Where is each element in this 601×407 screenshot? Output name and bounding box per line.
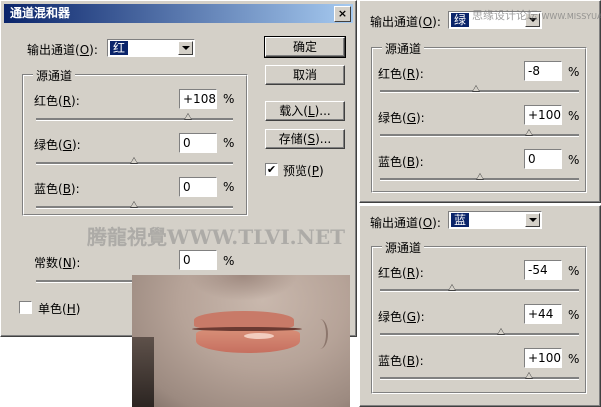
nose-shadow bbox=[188, 275, 298, 301]
output-channel-value: 蓝 bbox=[451, 213, 470, 227]
green-slider-thumb[interactable] bbox=[525, 129, 533, 136]
blue-value-field[interactable]: 0 bbox=[179, 177, 217, 197]
cancel-button[interactable]: 取消 bbox=[265, 65, 345, 85]
red-percent-label: % bbox=[223, 92, 235, 106]
blue-percent-label: % bbox=[568, 153, 580, 167]
preview-label: 预览(P) bbox=[283, 164, 324, 178]
output-channel-select[interactable]: 红 bbox=[107, 39, 195, 57]
green-percent-label: % bbox=[568, 109, 580, 123]
source-channels-title: 源通道 bbox=[382, 239, 425, 256]
output-channel-label: 输出通道(O): bbox=[370, 15, 441, 29]
blue-slider-thumb[interactable] bbox=[476, 173, 484, 180]
constant-label: 常数(N): bbox=[34, 256, 81, 270]
red-label: 红色(R): bbox=[378, 266, 424, 280]
blue-slider-thumb[interactable] bbox=[525, 372, 533, 379]
shadow-corner bbox=[132, 337, 154, 407]
lip-line bbox=[192, 327, 302, 331]
constant-percent-label: % bbox=[223, 254, 235, 268]
load-button[interactable]: 载入(L)... bbox=[265, 101, 345, 121]
red-percent-label: % bbox=[568, 65, 580, 79]
red-value-field[interactable]: -54 bbox=[524, 260, 562, 280]
source-channels-title: 源通道 bbox=[33, 67, 76, 84]
green-slider-thumb[interactable] bbox=[497, 328, 505, 335]
red-slider-thumb[interactable] bbox=[472, 85, 480, 92]
cheek-dimple bbox=[312, 319, 328, 349]
chevron-down-icon[interactable] bbox=[525, 213, 540, 227]
green-slider-track[interactable] bbox=[380, 333, 579, 336]
blue-slider-track[interactable] bbox=[380, 377, 579, 380]
output-channel-label: 输出通道(O): bbox=[370, 216, 441, 230]
green-value-field[interactable]: 0 bbox=[179, 133, 217, 153]
blue-value-field[interactable]: 0 bbox=[524, 149, 562, 169]
dialog-titlebar: 通道混和器 × bbox=[4, 4, 353, 23]
constant-value-field[interactable]: 0 bbox=[179, 250, 217, 270]
red-slider-track[interactable] bbox=[36, 118, 233, 121]
watermark-text: 腾龍視覺WWW.TLVI.NET bbox=[87, 225, 346, 249]
save-button[interactable]: 存储(S)... bbox=[265, 129, 345, 149]
green-label: 绿色(G): bbox=[378, 111, 425, 125]
green-slider-thumb[interactable] bbox=[130, 157, 138, 164]
red-slider-track[interactable] bbox=[380, 289, 579, 292]
red-value-field[interactable]: -8 bbox=[524, 61, 562, 81]
green-channel-panel: 输出通道(O): 绿 思缘设计论坛 WWW.MISSYUAN.COM 源通道 红… bbox=[359, 0, 601, 203]
lower-lip bbox=[196, 329, 300, 353]
blue-percent-label: % bbox=[223, 180, 235, 194]
source-channels-title: 源通道 bbox=[382, 40, 425, 57]
watermark-text: 思缘设计论坛 WWW.MISSYUAN.COM bbox=[472, 9, 601, 22]
monochrome-checkbox[interactable] bbox=[19, 301, 32, 314]
output-channel-label: 输出通道(O): bbox=[27, 43, 98, 57]
output-channel-value: 绿 bbox=[451, 13, 470, 27]
preview-checkbox[interactable]: ✔ bbox=[265, 163, 278, 176]
close-icon[interactable]: × bbox=[334, 6, 351, 22]
red-label: 红色(R): bbox=[378, 67, 424, 81]
green-percent-label: % bbox=[568, 308, 580, 322]
output-channel-value: 红 bbox=[110, 41, 129, 55]
red-value-field[interactable]: +108 bbox=[179, 89, 217, 109]
green-value-field[interactable]: +44 bbox=[524, 304, 562, 324]
preview-photo-lips bbox=[132, 275, 350, 407]
green-percent-label: % bbox=[223, 136, 235, 150]
output-channel-select[interactable]: 蓝 bbox=[448, 211, 542, 229]
green-value-field[interactable]: +100 bbox=[524, 105, 562, 125]
chevron-down-icon[interactable] bbox=[178, 41, 193, 55]
blue-label: 蓝色(B): bbox=[378, 354, 424, 368]
green-label: 绿色(G): bbox=[34, 138, 81, 152]
green-label: 绿色(G): bbox=[378, 310, 425, 324]
blue-percent-label: % bbox=[568, 352, 580, 366]
lip-highlight bbox=[244, 333, 274, 339]
red-label: 红色(R): bbox=[34, 94, 80, 108]
monochrome-label: 单色(H) bbox=[38, 302, 81, 316]
red-slider-thumb[interactable] bbox=[184, 113, 192, 120]
ok-button[interactable]: 确定 bbox=[264, 36, 346, 58]
green-slider-track[interactable] bbox=[380, 134, 579, 137]
blue-value-field[interactable]: +100 bbox=[524, 348, 562, 368]
blue-label: 蓝色(B): bbox=[378, 155, 424, 169]
blue-slider-thumb[interactable] bbox=[130, 201, 138, 208]
red-percent-label: % bbox=[568, 264, 580, 278]
dialog-title: 通道混和器 bbox=[10, 6, 71, 20]
red-slider-thumb[interactable] bbox=[448, 284, 456, 291]
blue-label: 蓝色(B): bbox=[34, 182, 80, 196]
blue-channel-panel: 输出通道(O): 蓝 源通道 红色(R): -54 % 绿色(G): +44 %… bbox=[359, 205, 601, 407]
